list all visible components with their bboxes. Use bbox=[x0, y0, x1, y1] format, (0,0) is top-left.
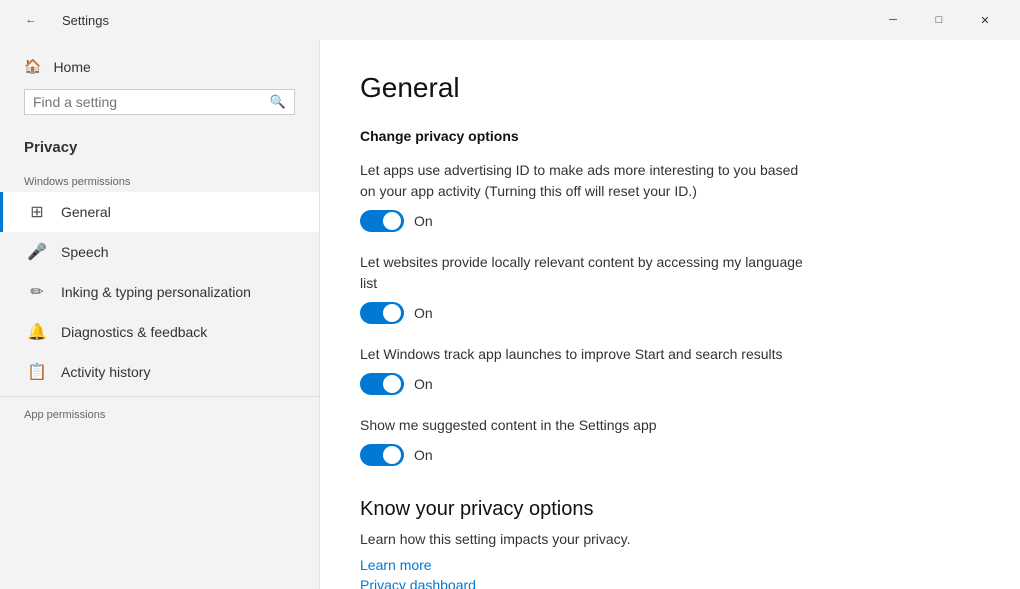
back-icon: ← bbox=[26, 14, 37, 26]
sidebar-item-inking[interactable]: ✏ Inking & typing personalization bbox=[0, 272, 319, 312]
minimize-icon: ─ bbox=[889, 14, 897, 26]
toggle-row-advertising: On bbox=[360, 210, 980, 232]
titlebar-controls: ─ □ ✕ bbox=[870, 4, 1008, 36]
inking-icon: ✏ bbox=[27, 282, 47, 302]
active-section-label: Privacy bbox=[0, 131, 319, 168]
toggle-advertising-label: On bbox=[414, 213, 433, 229]
diagnostics-icon: 🔔 bbox=[27, 322, 47, 342]
close-button[interactable]: ✕ bbox=[962, 4, 1008, 36]
sidebar-item-label: Speech bbox=[61, 244, 108, 260]
know-desc: Learn how this setting impacts your priv… bbox=[360, 531, 980, 547]
sidebar-divider bbox=[0, 396, 319, 397]
toggle-suggested[interactable] bbox=[360, 444, 404, 466]
toggle-language[interactable] bbox=[360, 302, 404, 324]
setting-language: Let websites provide locally relevant co… bbox=[360, 252, 980, 324]
sidebar-item-label: Inking & typing personalization bbox=[61, 284, 251, 300]
toggle-row-suggested: On bbox=[360, 444, 980, 466]
setting-suggested: Show me suggested content in the Setting… bbox=[360, 415, 980, 466]
app-body: 🏠 Home 🔍 Privacy Windows permissions ⊞ G… bbox=[0, 40, 1020, 589]
activity-icon: 📋 bbox=[27, 362, 47, 382]
maximize-button[interactable]: □ bbox=[916, 4, 962, 36]
sidebar: 🏠 Home 🔍 Privacy Windows permissions ⊞ G… bbox=[0, 40, 320, 589]
section-title: Change privacy options bbox=[360, 128, 980, 144]
sidebar-item-activity[interactable]: 📋 Activity history bbox=[0, 352, 319, 392]
titlebar: ← Settings ─ □ ✕ bbox=[0, 0, 1020, 40]
close-icon: ✕ bbox=[980, 14, 989, 27]
sidebar-top: 🏠 Home 🔍 bbox=[0, 40, 319, 131]
windows-permissions-label: Windows permissions bbox=[0, 168, 319, 192]
sidebar-item-general[interactable]: ⊞ General bbox=[0, 192, 319, 232]
home-icon: 🏠 bbox=[24, 58, 41, 75]
toggle-app-launches-label: On bbox=[414, 376, 433, 392]
toggle-row-language: On bbox=[360, 302, 980, 324]
titlebar-left: ← Settings bbox=[8, 4, 109, 36]
search-input[interactable] bbox=[33, 94, 270, 110]
setting-app-launches: Let Windows track app launches to improv… bbox=[360, 344, 980, 395]
setting-language-desc: Let websites provide locally relevant co… bbox=[360, 252, 810, 294]
setting-suggested-desc: Show me suggested content in the Setting… bbox=[360, 415, 810, 436]
privacy-dashboard-link[interactable]: Privacy dashboard bbox=[360, 577, 980, 589]
learn-more-link[interactable]: Learn more bbox=[360, 557, 980, 573]
sidebar-item-label: Activity history bbox=[61, 364, 150, 380]
general-icon: ⊞ bbox=[27, 202, 47, 222]
sidebar-item-label: Diagnostics & feedback bbox=[61, 324, 207, 340]
home-button[interactable]: 🏠 Home bbox=[12, 48, 307, 85]
setting-advertising-desc: Let apps use advertising ID to make ads … bbox=[360, 160, 810, 202]
sidebar-item-diagnostics[interactable]: 🔔 Diagnostics & feedback bbox=[0, 312, 319, 352]
back-button[interactable]: ← bbox=[8, 4, 54, 36]
toggle-row-app-launches: On bbox=[360, 373, 980, 395]
minimize-button[interactable]: ─ bbox=[870, 4, 916, 36]
speech-icon: 🎤 bbox=[27, 242, 47, 262]
search-icon: 🔍 bbox=[270, 94, 286, 110]
sidebar-item-label: General bbox=[61, 204, 111, 220]
know-section: Know your privacy options Learn how this… bbox=[360, 498, 980, 589]
know-title: Know your privacy options bbox=[360, 498, 980, 521]
page-title: General bbox=[360, 72, 980, 104]
titlebar-title: Settings bbox=[62, 13, 109, 28]
toggle-advertising[interactable] bbox=[360, 210, 404, 232]
content-area: General Change privacy options Let apps … bbox=[320, 40, 1020, 589]
setting-app-launches-desc: Let Windows track app launches to improv… bbox=[360, 344, 810, 365]
sidebar-item-speech[interactable]: 🎤 Speech bbox=[0, 232, 319, 272]
toggle-app-launches[interactable] bbox=[360, 373, 404, 395]
toggle-suggested-label: On bbox=[414, 447, 433, 463]
setting-advertising: Let apps use advertising ID to make ads … bbox=[360, 160, 980, 232]
maximize-icon: □ bbox=[936, 14, 943, 26]
home-label: Home bbox=[53, 59, 90, 75]
app-permissions-label: App permissions bbox=[0, 401, 319, 425]
toggle-language-label: On bbox=[414, 305, 433, 321]
search-box: 🔍 bbox=[24, 89, 295, 115]
